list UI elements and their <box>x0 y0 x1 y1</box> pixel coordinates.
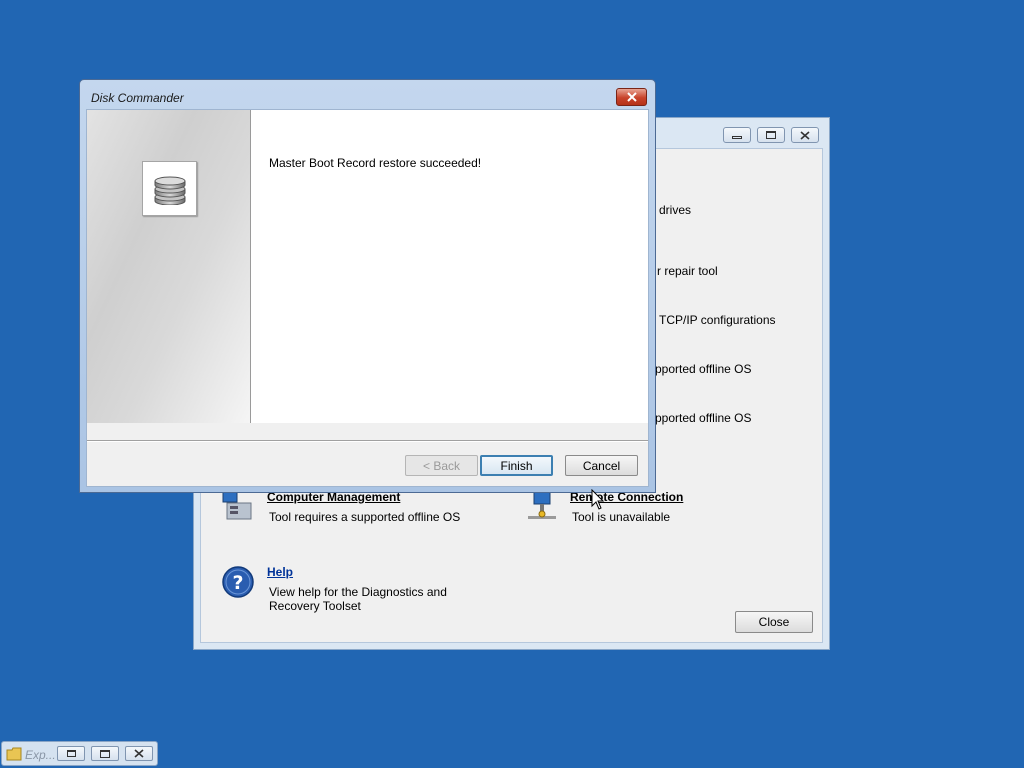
disk-stack-icon <box>142 161 197 216</box>
help-link[interactable]: Help <box>267 565 293 579</box>
help-desc: View help for the Diagnostics and Recove… <box>269 585 447 613</box>
tool-item-partial[interactable]: r repair tool <box>657 264 718 278</box>
restore-icon <box>766 131 776 139</box>
toolset-close-button[interactable]: Close <box>735 611 813 633</box>
taskbar-restore-button[interactable] <box>57 746 85 761</box>
wizard-side-panel <box>87 110 250 423</box>
close-icon <box>134 749 144 758</box>
minimize-button[interactable] <box>723 127 751 143</box>
folder-icon <box>6 747 22 761</box>
tool-item-partial[interactable]: pported offline OS <box>655 411 752 425</box>
back-button[interactable]: < Back <box>405 455 478 476</box>
dialog-close-button[interactable] <box>616 88 647 106</box>
tool-item-partial[interactable]: TCP/IP configurations <box>659 313 776 327</box>
restore-icon <box>66 750 76 757</box>
remote-connection-desc: Tool is unavailable <box>572 510 671 524</box>
taskbar-close-button[interactable] <box>125 746 153 761</box>
minimize-icon <box>732 136 742 139</box>
wizard-content: Master Boot Record restore succeeded! <box>250 110 648 423</box>
dialog-title: Disk Commander <box>91 91 184 105</box>
window-close-button[interactable] <box>791 127 819 143</box>
mouse-cursor-icon <box>591 489 605 510</box>
taskbar-item-label: Exp... <box>25 748 56 762</box>
dialog-client: Master Boot Record restore succeeded! < … <box>86 109 649 487</box>
computer-management-desc: Tool requires a supported offline OS <box>269 510 461 524</box>
cancel-button[interactable]: Cancel <box>565 455 638 476</box>
remote-connection-icon[interactable] <box>524 489 558 526</box>
finish-button[interactable]: Finish <box>480 455 553 476</box>
computer-management-icon[interactable] <box>221 489 255 526</box>
maximize-icon <box>100 749 110 758</box>
disk-commander-dialog: Disk Commander Master Boot Record restor… <box>79 79 656 493</box>
tool-item-partial[interactable]: drives <box>659 203 691 217</box>
close-icon <box>626 92 637 102</box>
maximize-button[interactable] <box>757 127 785 143</box>
dialog-divider <box>87 440 648 442</box>
taskbar-maximize-button[interactable] <box>91 746 119 761</box>
tool-item-partial[interactable]: pported offline OS <box>655 362 752 376</box>
close-icon <box>800 130 810 140</box>
svg-text:?: ? <box>232 572 243 594</box>
help-icon[interactable]: ? <box>221 565 255 602</box>
taskbar-item[interactable]: Exp... <box>1 741 158 766</box>
status-message: Master Boot Record restore succeeded! <box>269 156 482 170</box>
